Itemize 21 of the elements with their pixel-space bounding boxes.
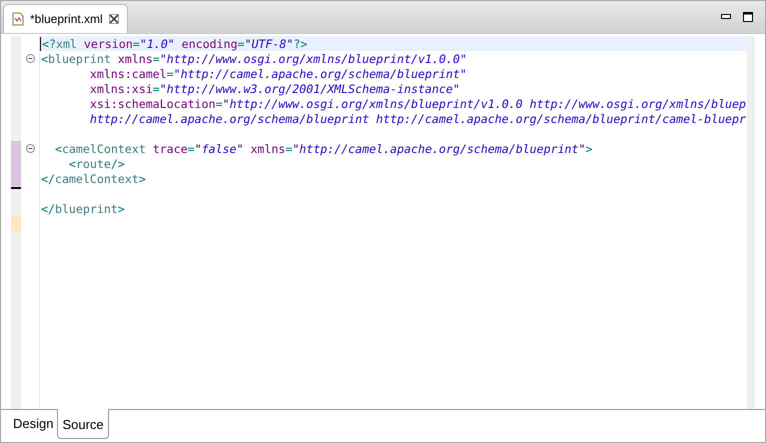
collapse-icon[interactable] bbox=[26, 144, 35, 153]
code-line: <blueprint xmlns="http://www.osgi.org/xmlns/blueprint/v1.0.0" bbox=[40, 52, 467, 66]
xml-file-icon bbox=[12, 12, 24, 26]
code-line: </camelContext> bbox=[40, 172, 146, 186]
code-line: <?xml version="1.0" encoding="UTF-8"?> bbox=[40, 36, 308, 50]
code-line: http://camel.apache.org/schema/blueprint http://camel.apache.org/schema/blueprint/camel-bluepr bbox=[88, 112, 746, 126]
code-line: </blueprint> bbox=[40, 202, 125, 216]
code-line: xsi:schemaLocation="http://www.osgi.org/xmlns/blueprint/v1.0.0 http://www.osgi.org/xmlns/bluep bbox=[88, 96, 746, 110]
code-line: xmlns:xsi="http://www.w3.org/2001/XMLSchema-instance" bbox=[88, 82, 460, 96]
vertical-scrollbar[interactable] bbox=[747, 36, 755, 409]
code-line: <route/> bbox=[68, 156, 125, 170]
editor-mode-tab[interactable]: Design bbox=[9, 409, 58, 437]
editor-mode-tab[interactable]: Source bbox=[57, 409, 109, 439]
close-icon[interactable] bbox=[108, 14, 119, 24]
collapse-icon[interactable] bbox=[26, 54, 35, 63]
maximize-icon[interactable] bbox=[743, 12, 753, 22]
code-line: xmlns:camel="http://camel.apache.org/schema/blueprint" bbox=[88, 66, 467, 80]
editor-tab[interactable]: *blueprint.xml bbox=[3, 4, 128, 33]
code-line: <camelContext trace="false" xmlns="http://camel.apache.org/schema/blueprint"> bbox=[54, 142, 592, 156]
tab-title: *blueprint.xml bbox=[30, 12, 103, 26]
minimize-icon[interactable] bbox=[721, 14, 731, 20]
